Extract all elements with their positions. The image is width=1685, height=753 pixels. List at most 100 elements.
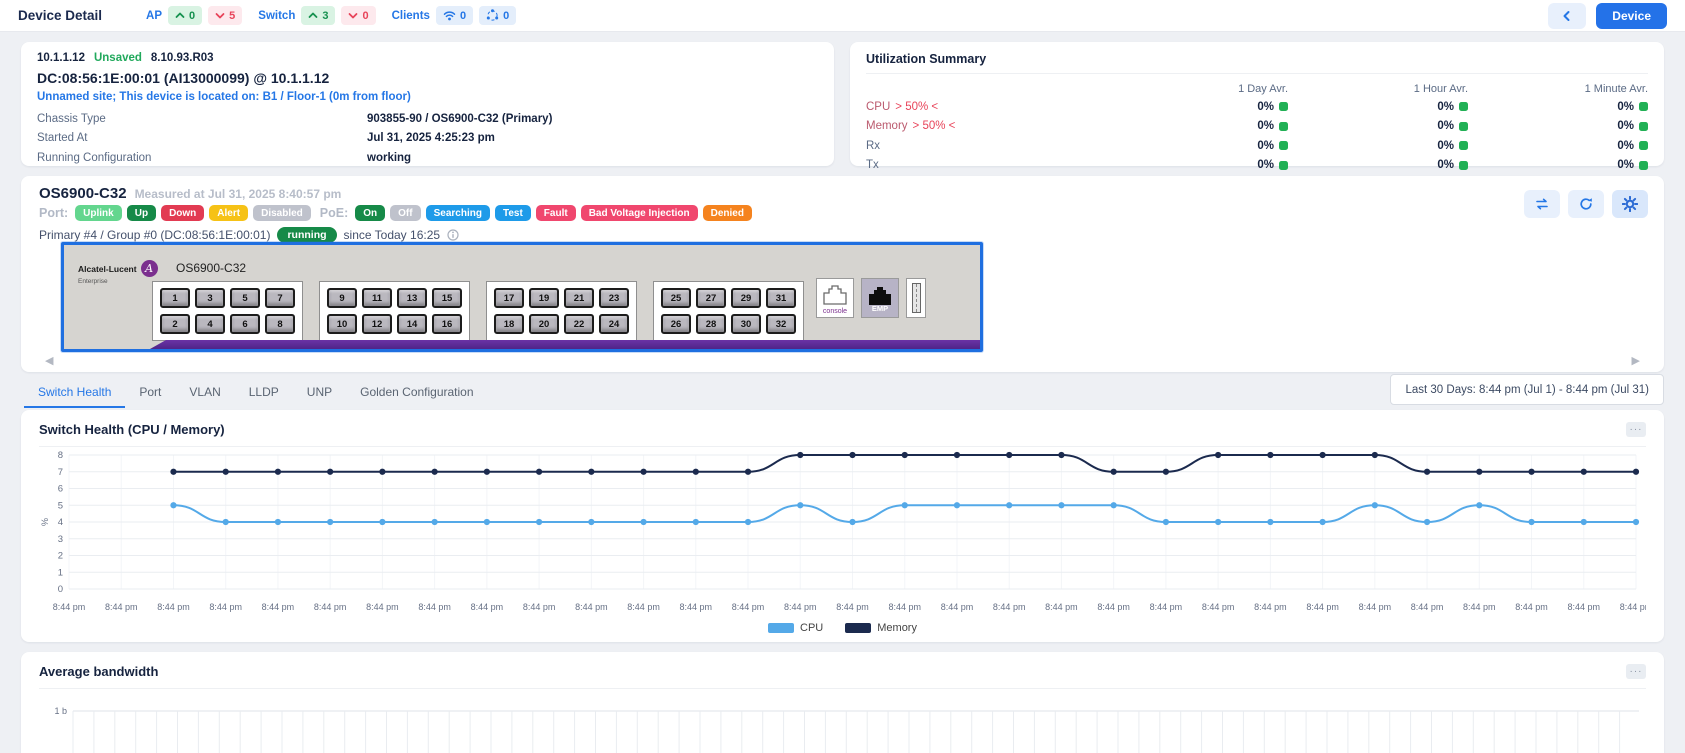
svg-text:8:44 pm: 8:44 pm	[680, 602, 713, 612]
legend-item-cpu[interactable]: CPU	[768, 622, 823, 634]
svg-text:8:44 pm: 8:44 pm	[471, 602, 504, 612]
port-21[interactable]: 21	[564, 288, 594, 308]
tab-unp[interactable]: UNP	[293, 378, 346, 408]
port-16[interactable]: 16	[432, 314, 462, 334]
svg-text:8:44 pm: 8:44 pm	[262, 602, 295, 612]
poe-status-badge: Denied	[703, 205, 752, 221]
refresh-button[interactable]	[1568, 190, 1604, 218]
clients-stat-label: Clients	[392, 10, 430, 22]
metric-value-cell: 0%	[1468, 140, 1648, 152]
tab-port[interactable]: Port	[125, 378, 175, 408]
port-7[interactable]: 7	[265, 288, 295, 308]
metric-value: 0%	[1617, 159, 1634, 171]
metric-value: 0%	[1257, 159, 1274, 171]
switch-health-card: Switch Health (CPU / Memory) ··· 0123456…	[21, 410, 1664, 642]
date-range-selector[interactable]: Last 30 Days: 8:44 pm (Jul 1) - 8:44 pm …	[1390, 374, 1664, 405]
field-label: Started At	[37, 132, 367, 144]
port-3[interactable]: 3	[195, 288, 225, 308]
carousel-right-icon[interactable]: ▶	[1632, 354, 1640, 367]
swap-view-button[interactable]	[1524, 190, 1560, 218]
port-12[interactable]: 12	[362, 314, 392, 334]
port-31[interactable]: 31	[766, 288, 796, 308]
svg-text:5: 5	[58, 500, 63, 511]
port-18[interactable]: 18	[494, 314, 524, 334]
svg-text:8:44 pm: 8:44 pm	[314, 602, 347, 612]
ap-down-chip[interactable]: 5	[208, 6, 242, 25]
tab-lldp[interactable]: LLDP	[235, 378, 293, 408]
carousel-left-icon[interactable]: ◀	[45, 354, 53, 367]
port-27[interactable]: 27	[696, 288, 726, 308]
back-button[interactable]	[1548, 3, 1586, 29]
port-25[interactable]: 25	[661, 288, 691, 308]
port-28[interactable]: 28	[696, 314, 726, 334]
port-8[interactable]: 8	[265, 314, 295, 334]
port-30[interactable]: 30	[731, 314, 761, 334]
chart-menu-button[interactable]: ···	[1626, 422, 1646, 437]
switch-front-panel[interactable]: Alcatel-Lucent A Enterprise OS6900-C32 1…	[61, 242, 983, 352]
port-4[interactable]: 4	[195, 314, 225, 334]
chart-menu-button[interactable]: ···	[1626, 664, 1646, 679]
port-32[interactable]: 32	[766, 314, 796, 334]
metric-value-cell: 0%	[1468, 159, 1648, 171]
svg-text:1 b: 1 b	[54, 706, 67, 716]
port-9[interactable]: 9	[327, 288, 357, 308]
port-29[interactable]: 29	[731, 288, 761, 308]
utilization-row: CPU> 50% <0%0%0%	[866, 97, 1648, 117]
poe-status-badge: On	[355, 205, 385, 221]
tab-golden-configuration[interactable]: Golden Configuration	[346, 378, 487, 408]
legend-item-memory[interactable]: Memory	[845, 622, 917, 634]
usb-port[interactable]	[906, 278, 926, 318]
port-legend-row: Port: UplinkUpDownAlertDisabled PoE: OnO…	[39, 205, 1646, 221]
info-icon[interactable]	[447, 229, 459, 241]
device-field-row: Started AtJul 31, 2025 4:25:23 pm	[37, 129, 818, 149]
port-14[interactable]: 14	[397, 314, 427, 334]
switch-up-chip[interactable]: 3	[301, 6, 335, 25]
svg-text:8:44 pm: 8:44 pm	[941, 602, 974, 612]
metric-name: Tx	[866, 159, 879, 171]
legend-label: Memory	[877, 622, 917, 634]
port-13[interactable]: 13	[397, 288, 427, 308]
emp-port[interactable]: EMP	[861, 278, 899, 318]
metric-value-cell: 0%	[1468, 120, 1648, 132]
svg-text:8:44 pm: 8:44 pm	[627, 602, 660, 612]
port-2[interactable]: 2	[160, 314, 190, 334]
port-6[interactable]: 6	[230, 314, 260, 334]
device-location-link[interactable]: Unnamed site; This device is located on:…	[37, 91, 818, 103]
ap-up-chip[interactable]: 0	[168, 6, 202, 25]
status-ok-icon	[1639, 161, 1648, 170]
settings-button[interactable]	[1612, 190, 1648, 218]
port-15[interactable]: 15	[432, 288, 462, 308]
port-23[interactable]: 23	[599, 288, 629, 308]
swap-arrows-icon	[1534, 198, 1550, 210]
poe-status-badge: Test	[495, 205, 531, 221]
tab-switch-health[interactable]: Switch Health	[24, 378, 125, 408]
port-17[interactable]: 17	[494, 288, 524, 308]
port-11[interactable]: 11	[362, 288, 392, 308]
since-text: since Today 16:25	[344, 228, 441, 242]
metric-value-cell: 0%	[1288, 101, 1468, 113]
port-5[interactable]: 5	[230, 288, 260, 308]
svg-text:1: 1	[58, 567, 63, 578]
port-1[interactable]: 1	[160, 288, 190, 308]
utilization-column-header: 1 Hour Avr.	[1288, 83, 1468, 95]
clients-wifi-chip[interactable]: 0	[436, 6, 473, 25]
poe-status-badges: OnOffSearchingTestFaultBad Voltage Injec…	[355, 205, 752, 221]
port-19[interactable]: 19	[529, 288, 559, 308]
switch-health-header: Switch Health (CPU / Memory) ···	[39, 422, 1646, 447]
switch-down-chip[interactable]: 0	[341, 6, 375, 25]
device-button[interactable]: Device	[1596, 3, 1667, 29]
port-26[interactable]: 26	[661, 314, 691, 334]
panel-accent-bar	[150, 340, 980, 349]
tab-vlan[interactable]: VLAN	[175, 378, 234, 408]
status-ok-icon	[1459, 161, 1468, 170]
port-10[interactable]: 10	[327, 314, 357, 334]
clients-mesh-chip[interactable]: 0	[479, 6, 516, 25]
port-20[interactable]: 20	[529, 314, 559, 334]
port-24[interactable]: 24	[599, 314, 629, 334]
chevron-up-icon	[175, 11, 185, 20]
svg-text:8:44 pm: 8:44 pm	[523, 602, 556, 612]
port-status-badge: Up	[127, 205, 156, 221]
metric-label: CPU> 50% <	[866, 101, 1108, 113]
port-22[interactable]: 22	[564, 314, 594, 334]
console-port[interactable]: console	[816, 278, 854, 318]
